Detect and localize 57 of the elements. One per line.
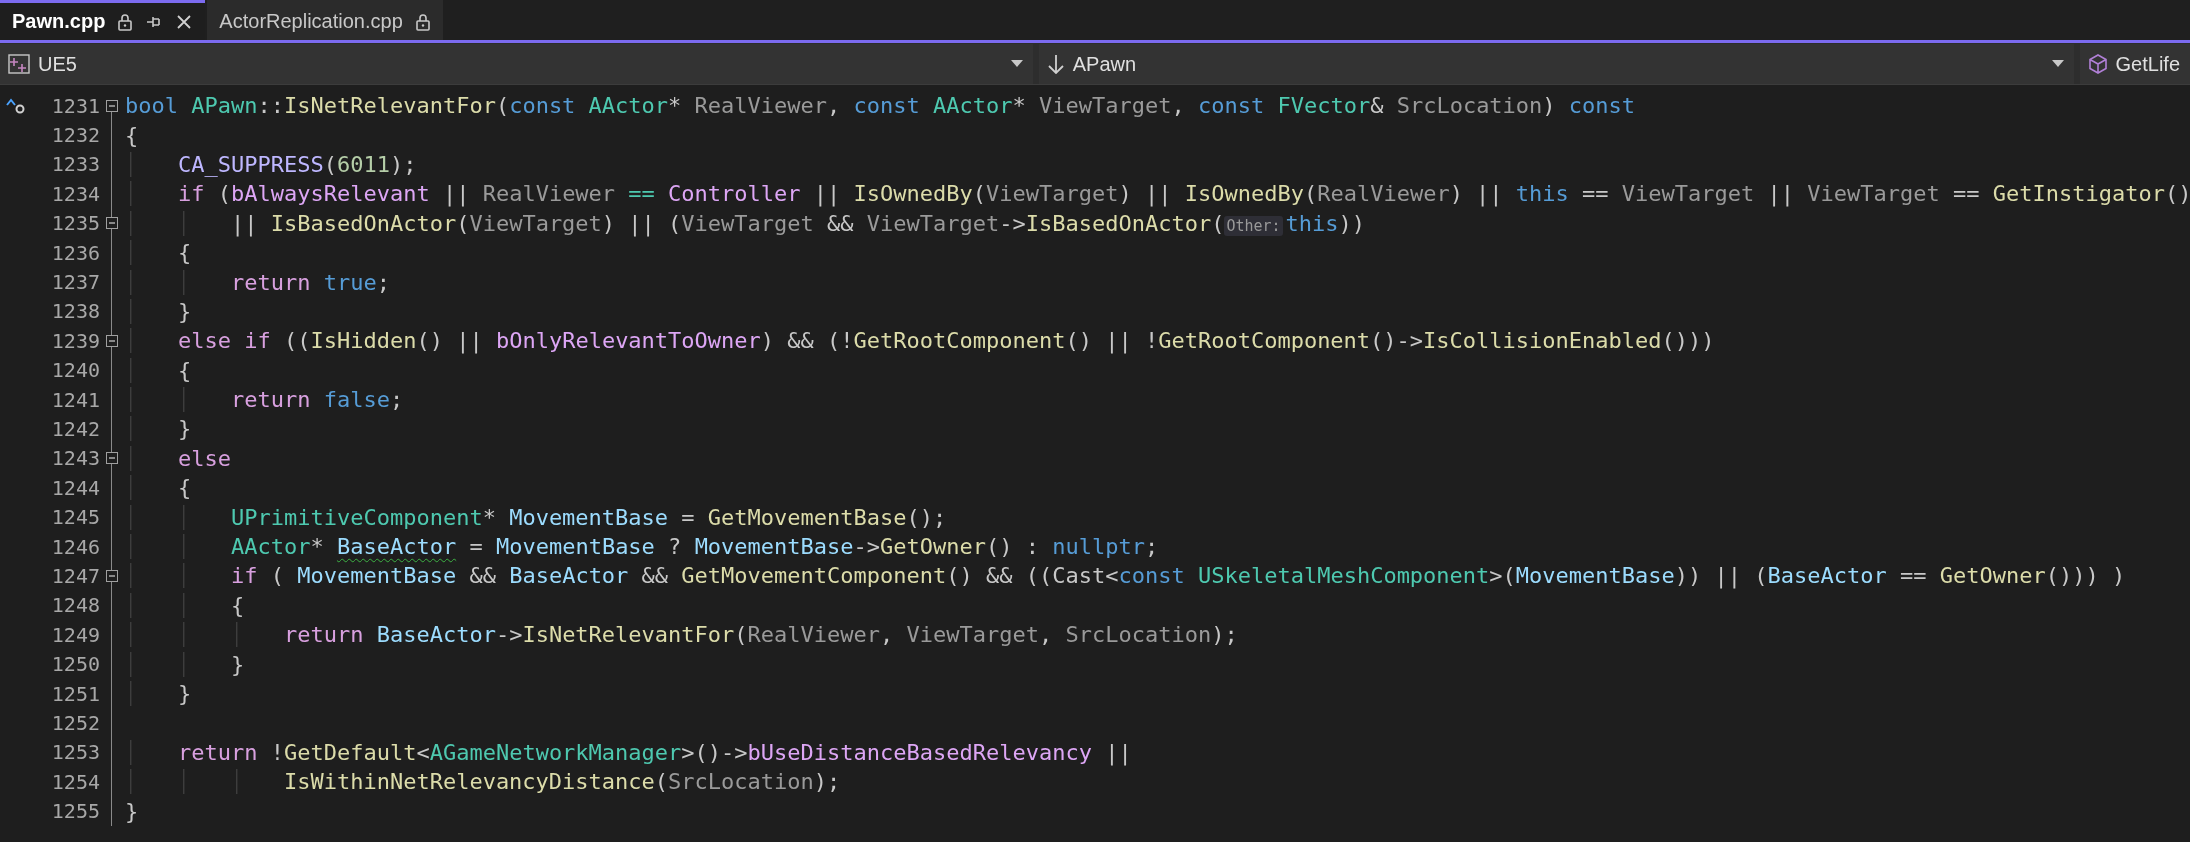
collapse-icon[interactable]	[105, 569, 118, 582]
line-number: 1231	[50, 93, 100, 118]
line-number: 1248	[50, 593, 100, 618]
code-line: if (bAlwaysRelevant || RealViewer == Controller || IsOwnedBy(ViewTarget) || IsOwnedBy(RealViewer) || this == ViewTarget || ViewTarget == GetInstigator()	[123, 181, 2190, 207]
code-line: }	[124, 798, 139, 824]
line-number: 1247	[50, 563, 100, 588]
collapse-icon[interactable]	[105, 452, 118, 465]
code-line: else if ((IsHidden() || bOnlyRelevantToOwner) && (!GetRootComponent() || !GetRootComponent()->IsCollisionEnabled()))	[123, 328, 1715, 354]
code-line: return false;	[123, 387, 404, 413]
line-number: 1236	[50, 240, 100, 265]
override-marker-icon[interactable]	[6, 96, 26, 115]
line-number: 1245	[50, 505, 100, 530]
code-line: return BaseActor->IsNetRelevantFor(RealViewer, ViewTarget, SrcLocation);	[123, 622, 1238, 648]
code-line: else	[123, 445, 231, 471]
line-number: 1253	[50, 740, 100, 765]
line-number: 1233	[50, 152, 100, 177]
close-icon[interactable]	[175, 12, 194, 31]
line-number: 1244	[50, 475, 100, 500]
code-line: if ( MovementBase && BaseActor && GetMovementComponent() && ((Cast<const USkeletalMeshComponent>(MovementBase)) || (BaseActor == GetOwner())) )	[123, 563, 2126, 589]
line-number: 1252	[50, 710, 100, 735]
code-line: return true;	[123, 269, 390, 295]
collapse-icon[interactable]	[105, 99, 118, 112]
down-arrow-icon	[1046, 54, 1065, 74]
caret-icon	[2051, 60, 2064, 68]
collapse-icon[interactable]	[105, 217, 118, 230]
line-number: 1235	[50, 211, 100, 236]
project-icon	[8, 54, 30, 74]
line-number: 1242	[50, 417, 100, 441]
navigation-dropdown[interactable]: UE5	[0, 44, 1033, 84]
navigation-dropdown[interactable]: APawn	[1038, 44, 2074, 84]
line-number: 1238	[50, 299, 100, 324]
line-number: 1246	[50, 534, 100, 559]
code-line: bool APawn::IsNetRelevantFor(const AActor* RealViewer, const AActor* ViewTarget, const FVector& SrcLocation) const	[124, 93, 1636, 119]
collapse-icon[interactable]	[105, 334, 118, 347]
line-number: 1255	[50, 799, 100, 824]
line-number: 1241	[50, 387, 100, 412]
line-number: 1234	[50, 181, 100, 206]
code-line: UPrimitiveComponent* MovementBase = GetMovementBase();	[123, 504, 947, 530]
line-number: 1232	[50, 123, 100, 148]
line-number: 1251	[50, 681, 100, 706]
code-line: IsWithinNetRelevancyDistance(SrcLocation);	[123, 769, 841, 795]
navigation-dropdown[interactable]: GetLife	[2079, 44, 2190, 84]
cube-icon	[2087, 54, 2108, 74]
line-number: 1239	[50, 328, 100, 353]
line-number: 1243	[50, 446, 100, 471]
line-number: 1254	[50, 769, 100, 794]
caret-icon	[1010, 60, 1023, 68]
line-number: 1237	[50, 270, 100, 295]
code-line: AActor* BaseActor = MovementBase ? MovementBase->GetOwner() : nullptr;	[123, 534, 1159, 560]
line-number: 1249	[50, 622, 100, 647]
code-line: return !GetDefault<AGameNetworkManager>()->bUseDistanceBasedRelevancy ||	[123, 739, 1132, 765]
code-line: {	[124, 122, 139, 148]
code-line: CA_SUPPRESS(6011);	[123, 151, 417, 177]
line-number: 1240	[50, 358, 100, 383]
code-line: || IsBasedOnActor(ViewTarget) || (ViewTarget && ViewTarget->IsBasedOnActor(Other: this))	[123, 210, 1366, 236]
line-number: 1250	[50, 652, 100, 677]
file-tab[interactable]: ActorReplication.cpp	[207, 0, 443, 40]
